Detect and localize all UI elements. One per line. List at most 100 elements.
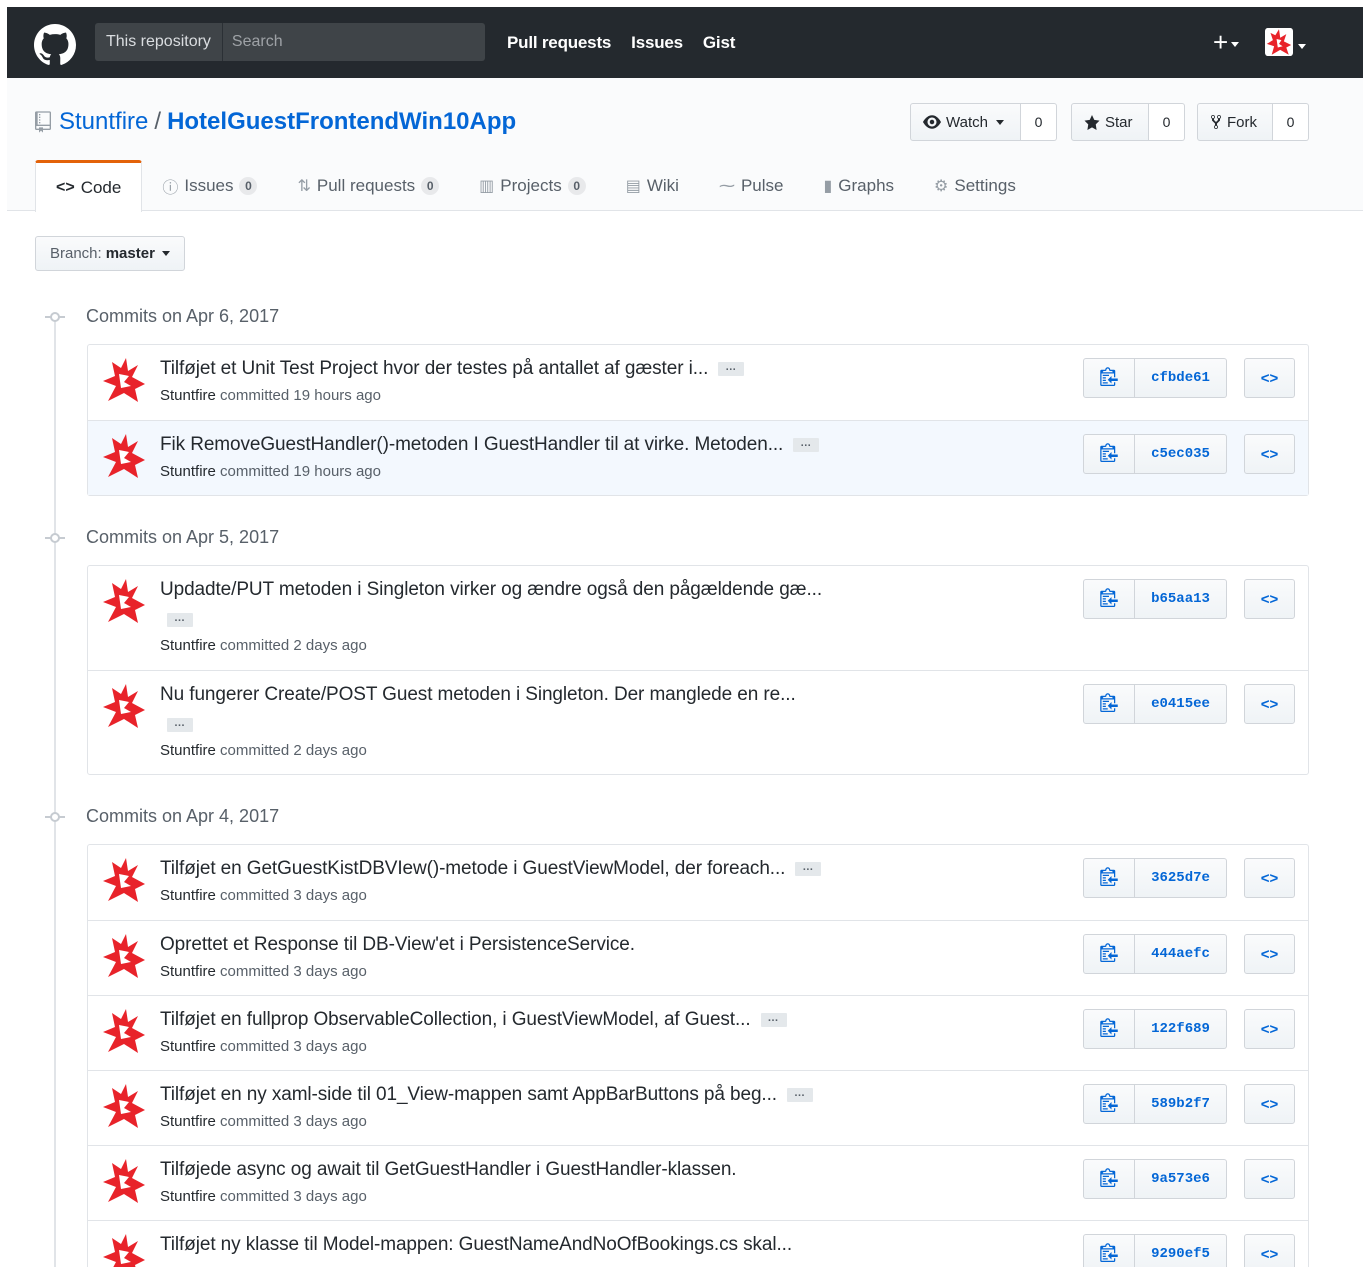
commit-sha-link[interactable]: b65aa13 (1135, 579, 1227, 619)
tab-pulse[interactable]: ⁓ Pulse (699, 160, 804, 211)
commit-author-link[interactable]: Stuntfire (160, 463, 216, 480)
commit-sha-link[interactable]: e0415ee (1135, 684, 1227, 724)
watch-button[interactable]: Watch (910, 103, 1021, 141)
browse-repo-at-commit-button[interactable]: <> (1244, 934, 1295, 974)
browse-repo-at-commit-button[interactable]: <> (1244, 434, 1295, 474)
copy-sha-button[interactable] (1083, 1234, 1135, 1267)
commit-author-avatar[interactable] (102, 857, 146, 903)
commit-sha-link[interactable]: 3625d7e (1135, 858, 1227, 898)
expand-message-button[interactable]: … (167, 613, 193, 627)
repo-name-link[interactable]: HotelGuestFrontendWin10App (167, 108, 516, 136)
copy-sha-button[interactable] (1083, 934, 1135, 974)
commit-sha-link[interactable]: 122f689 (1135, 1009, 1227, 1049)
tab-wiki[interactable]: ▤ Wiki (606, 160, 699, 211)
commit-author-link[interactable]: Stuntfire (160, 1188, 216, 1205)
tab-issues[interactable]: ⓘ Issues 0 (142, 160, 277, 211)
expand-message-button[interactable]: … (786, 1088, 813, 1102)
expand-message-button[interactable]: … (793, 438, 820, 452)
commit-author-avatar[interactable] (102, 357, 146, 403)
commit-author-link[interactable]: Stuntfire (160, 887, 216, 904)
copy-sha-button[interactable] (1083, 1084, 1135, 1124)
commit-message-link[interactable]: Nu fungerer Create/POST Guest metoden i … (160, 684, 796, 706)
browse-repo-at-commit-button[interactable]: <> (1244, 1159, 1295, 1199)
commit-author-avatar[interactable] (102, 683, 146, 729)
commit-sha-link[interactable]: c5ec035 (1135, 434, 1227, 474)
fork-count[interactable]: 0 (1273, 103, 1309, 141)
expand-message-button[interactable]: … (795, 862, 822, 876)
browse-repo-at-commit-button[interactable]: <> (1244, 1009, 1295, 1049)
github-logo-icon[interactable] (34, 24, 76, 66)
copy-sha-button[interactable] (1083, 684, 1135, 724)
commit-author-link[interactable]: Stuntfire (160, 1038, 216, 1055)
browse-repo-at-commit-button[interactable]: <> (1244, 579, 1295, 619)
tab-code[interactable]: <> Code (35, 160, 143, 212)
commit-message-link[interactable]: Updadte/PUT metoden i Singleton virker o… (160, 579, 822, 601)
commit-sha-link[interactable]: 589b2f7 (1135, 1084, 1227, 1124)
repo-owner-link[interactable]: Stuntfire (59, 108, 148, 136)
browse-repo-at-commit-button[interactable]: <> (1244, 1234, 1295, 1267)
commit-sha-link[interactable]: 9a573e6 (1135, 1159, 1227, 1199)
expand-message-button[interactable]: … (760, 1013, 787, 1027)
commit-sha-group: 589b2f7 (1083, 1084, 1227, 1124)
commit-author-link[interactable]: Stuntfire (160, 387, 216, 404)
user-avatar[interactable] (1265, 28, 1293, 56)
commit-author-avatar[interactable] (102, 433, 146, 479)
commit-author-link[interactable]: Stuntfire (160, 1113, 216, 1130)
copy-sha-button[interactable] (1083, 1159, 1135, 1199)
copy-sha-button[interactable] (1083, 358, 1135, 398)
create-new-menu[interactable]: + (1213, 27, 1240, 58)
commit-sha-link[interactable]: 444aefc (1135, 934, 1227, 974)
commit-author-avatar[interactable] (102, 578, 146, 624)
star-count[interactable]: 0 (1149, 103, 1185, 141)
tab-projects[interactable]: ▥ Projects 0 (459, 160, 606, 211)
browse-repo-at-commit-button[interactable]: <> (1244, 1084, 1295, 1124)
commit-author-avatar[interactable] (102, 1233, 146, 1267)
gear-icon: ⚙ (934, 177, 949, 195)
commit-message-link[interactable]: Tilføjede async og await til GetGuestHan… (160, 1159, 737, 1181)
git-commit-icon (45, 531, 65, 545)
commit-author-avatar[interactable] (102, 933, 146, 979)
nav-issues[interactable]: Issues (631, 33, 683, 53)
copy-sha-button[interactable] (1083, 579, 1135, 619)
commit-message-link[interactable]: Tilføjet en fullprop ObservableCollectio… (160, 1009, 751, 1031)
nav-pull-requests[interactable]: Pull requests (507, 33, 611, 53)
commit-author-avatar[interactable] (102, 1083, 146, 1129)
star-button[interactable]: Star (1071, 103, 1149, 141)
copy-sha-button[interactable] (1083, 434, 1135, 474)
browse-repo-at-commit-button[interactable]: <> (1244, 684, 1295, 724)
commit-author-link[interactable]: Stuntfire (160, 637, 216, 654)
commit-message-link[interactable]: Tilføjet en ny xaml-side til 01_View-map… (160, 1084, 777, 1106)
watch-count[interactable]: 0 (1021, 103, 1057, 141)
search-input[interactable] (222, 23, 485, 61)
commit-author-link[interactable]: Stuntfire (160, 742, 216, 759)
commit-sha-link[interactable]: cfbde61 (1135, 358, 1227, 398)
avatar-caret-icon[interactable] (1298, 44, 1306, 49)
expand-message-button[interactable]: … (718, 362, 745, 376)
commit-sha-link[interactable]: 9290ef5 (1135, 1234, 1227, 1267)
commit-action: committed (220, 637, 290, 654)
commit-meta: Stuntfire committed 19 hours ago (160, 387, 381, 404)
tab-graphs[interactable]: ▮ Graphs (803, 160, 914, 211)
copy-sha-button[interactable] (1083, 1009, 1135, 1049)
search-box[interactable]: This repository (95, 23, 485, 61)
copy-sha-button[interactable] (1083, 858, 1135, 898)
commit-author-link[interactable]: Stuntfire (160, 963, 216, 980)
browse-repo-at-commit-button[interactable]: <> (1244, 358, 1295, 398)
branch-select-button[interactable]: Branch: master (35, 236, 185, 271)
commit-message-link[interactable]: Fik RemoveGuestHandler()-metoden I Guest… (160, 434, 783, 456)
nav-gist[interactable]: Gist (703, 33, 735, 53)
commit-message-link[interactable]: Tilføjet et Unit Test Project hvor der t… (160, 358, 708, 380)
expand-message-button[interactable]: … (167, 718, 193, 732)
commit-author-avatar[interactable] (102, 1008, 146, 1054)
commit-message-link[interactable]: Tilføjet ny klasse til Model-mappen: Gue… (160, 1234, 792, 1256)
browse-repo-at-commit-button[interactable]: <> (1244, 858, 1295, 898)
search-scope-label: This repository (95, 23, 223, 61)
commit-message-link[interactable]: Oprettet et Response til DB-View'et i Pe… (160, 934, 635, 956)
commit-time: 3 days ago (293, 887, 367, 904)
fork-button[interactable]: Fork (1197, 103, 1273, 141)
commit-message-link[interactable]: Tilføjet en GetGuestKistDBVIew()-metode … (160, 858, 785, 880)
tab-pull-requests[interactable]: ⇅ Pull requests 0 (277, 160, 459, 211)
tab-settings[interactable]: ⚙ Settings (914, 160, 1036, 211)
commit-author-avatar[interactable] (102, 1158, 146, 1204)
caret-down-icon (1231, 42, 1240, 47)
